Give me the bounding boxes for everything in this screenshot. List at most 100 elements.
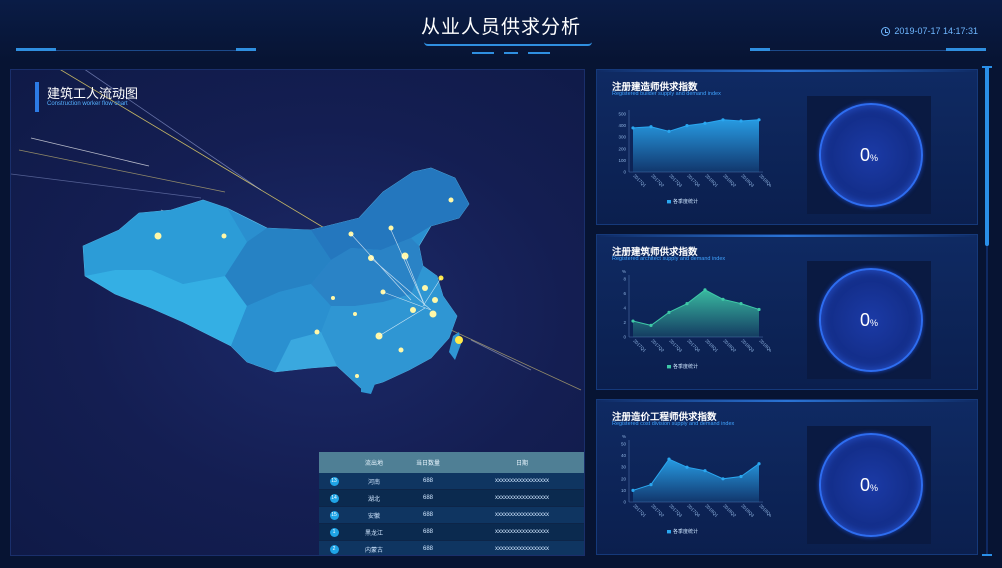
x-tick-label: 2018Q3 — [740, 338, 755, 353]
gauge-value: 0% — [859, 145, 879, 165]
worker-flow-map-panel: 建筑工人流动图 Construction worker flow chart 流… — [10, 69, 585, 556]
province-shapes — [82, 167, 470, 394]
cell-count: 688 — [422, 529, 433, 535]
cell-origin: 内蒙古 — [364, 547, 383, 554]
scrollbar-thumb[interactable] — [985, 66, 989, 246]
legend-swatch — [667, 200, 671, 204]
architect-index-panel: 注册建筑师供求指数 Registered architect supply an… — [596, 234, 978, 390]
cost-engineer-gauge: 0% — [807, 426, 931, 544]
x-tick-label: 2017Q1 — [632, 503, 647, 518]
data-point — [649, 125, 653, 129]
gauge-value: 0% — [859, 310, 879, 330]
cell-count: 688 — [422, 495, 433, 501]
x-tick-label: 2018Q4 — [758, 338, 771, 353]
y-tick-label: 50 — [621, 442, 627, 447]
x-tick-label: 2017Q4 — [686, 338, 701, 353]
page-title: 从业人员供求分析 — [420, 17, 581, 38]
data-point — [685, 302, 689, 306]
builder-index-panel: 注册建造师供求指数 Registered builder supply and … — [596, 69, 978, 225]
city-dot — [432, 297, 438, 303]
architect-index-chart[interactable]: %024682017Q1 2017Q2 2017Q3 2017Q4 2018Q1 2018… — [611, 265, 771, 387]
rank-badge: 2 — [329, 544, 339, 554]
table-row[interactable]: 14 湖北 688 xxxxxxxxxxxxxxxxxx — [319, 490, 584, 507]
y-tick-label: 200 — [618, 146, 626, 151]
data-point — [685, 465, 689, 469]
cell-count: 688 — [422, 512, 433, 518]
table-row[interactable]: 2 内蒙古 688 xxxxxxxxxxxxxxxxxx — [319, 541, 584, 555]
city-dot — [355, 374, 359, 378]
data-point — [667, 310, 671, 314]
cell-count: 688 — [422, 546, 433, 552]
y-tick-label: 2 — [623, 320, 626, 325]
datetime-text: 2019-07-17 14:17:31 — [894, 26, 978, 36]
data-point — [685, 124, 689, 128]
y-tick-label: 10 — [621, 488, 627, 493]
legend-label: 各季度统计 — [673, 363, 698, 370]
builder-gauge: 0% — [807, 96, 931, 214]
table-row[interactable]: 13 河南 688 xxxxxxxxxxxxxxxxxx — [319, 473, 584, 490]
flow-line — [30, 137, 150, 167]
builder-index-chart[interactable]: 0 100 200 300 400 500 2017Q1 2017Q2 2017Q3 2017Q4… — [611, 100, 771, 222]
flow-line — [450, 329, 582, 391]
architect-gauge: 0% — [807, 261, 931, 379]
y-tick-label: 0 — [623, 500, 626, 505]
datetime-display: 2019-07-17 14:17:31 — [881, 26, 978, 36]
y-tick-label: 500 — [618, 112, 626, 117]
x-tick-label: 2018Q2 — [722, 173, 737, 188]
col-header-date: 日期 — [515, 461, 528, 467]
x-tick-label: 2018Q4 — [758, 503, 771, 518]
y-tick-label: 40 — [621, 453, 627, 458]
data-point — [721, 297, 725, 301]
y-tick-label: 30 — [621, 465, 627, 470]
city-dot — [331, 296, 335, 300]
y-tick-label: 20 — [621, 476, 627, 481]
rank-badge: 14 — [329, 493, 339, 503]
clock-icon — [881, 26, 891, 36]
data-point — [703, 121, 707, 125]
x-tick-label: 2017Q4 — [686, 173, 701, 188]
x-tick-label: 2018Q1 — [704, 338, 719, 353]
x-tick-label: 2018Q2 — [722, 503, 737, 518]
title-underline — [424, 42, 592, 46]
data-point — [667, 457, 671, 461]
data-point — [667, 129, 671, 133]
city-dot — [455, 336, 463, 344]
x-tick-label: 2018Q1 — [704, 173, 719, 188]
map-title-accent — [35, 82, 39, 112]
panel-scrollbar[interactable] — [982, 66, 992, 556]
city-dot — [388, 225, 394, 231]
data-point — [631, 488, 635, 492]
city-dot — [353, 312, 357, 316]
data-point — [739, 302, 743, 306]
cell-date: xxxxxxxxxxxxxxxxxx — [495, 478, 549, 484]
city-dot — [154, 232, 162, 240]
header-decor-dashes — [472, 52, 562, 55]
x-tick-label: 2017Q1 — [632, 173, 647, 188]
x-tick-label: 2017Q3 — [668, 338, 683, 353]
rank-badge: 1 — [329, 527, 339, 537]
gauge-value: 0% — [859, 475, 879, 495]
cell-date: xxxxxxxxxxxxxxxxxx — [495, 529, 549, 535]
table-row[interactable]: 15 安徽 688 xxxxxxxxxxxxxxxxxx — [319, 507, 584, 524]
y-tick-label: 8 — [623, 277, 626, 282]
header-decor-line-right — [750, 48, 986, 51]
y-tick-label: 0 — [623, 170, 626, 175]
x-tick-label: 2017Q1 — [632, 338, 647, 353]
cost-engineer-index-chart[interactable]: %010203040502017Q1 2017Q2 2017Q3 2017Q4 2018… — [611, 430, 771, 552]
cell-origin: 安徽 — [367, 513, 380, 520]
map-subtitle: Construction worker flow chart — [47, 101, 128, 107]
header: 从业人员供求分析 2019-07-17 14:17:31 — [0, 0, 1002, 62]
flow-line — [470, 339, 532, 371]
data-point — [649, 323, 653, 327]
col-header-origin: 流出地 — [364, 461, 383, 467]
x-tick-label: 2017Q3 — [668, 503, 683, 518]
city-dot — [448, 197, 454, 203]
table-row[interactable]: 1 黑龙江 688 xxxxxxxxxxxxxxxxxx — [319, 524, 584, 541]
x-tick-label: 2018Q4 — [758, 173, 771, 188]
legend-swatch — [667, 530, 671, 534]
data-point — [757, 462, 761, 466]
x-tick-label: 2017Q4 — [686, 503, 701, 518]
series-area — [633, 459, 759, 502]
cell-origin: 黑龙江 — [364, 530, 383, 537]
cell-origin: 河南 — [367, 479, 380, 486]
